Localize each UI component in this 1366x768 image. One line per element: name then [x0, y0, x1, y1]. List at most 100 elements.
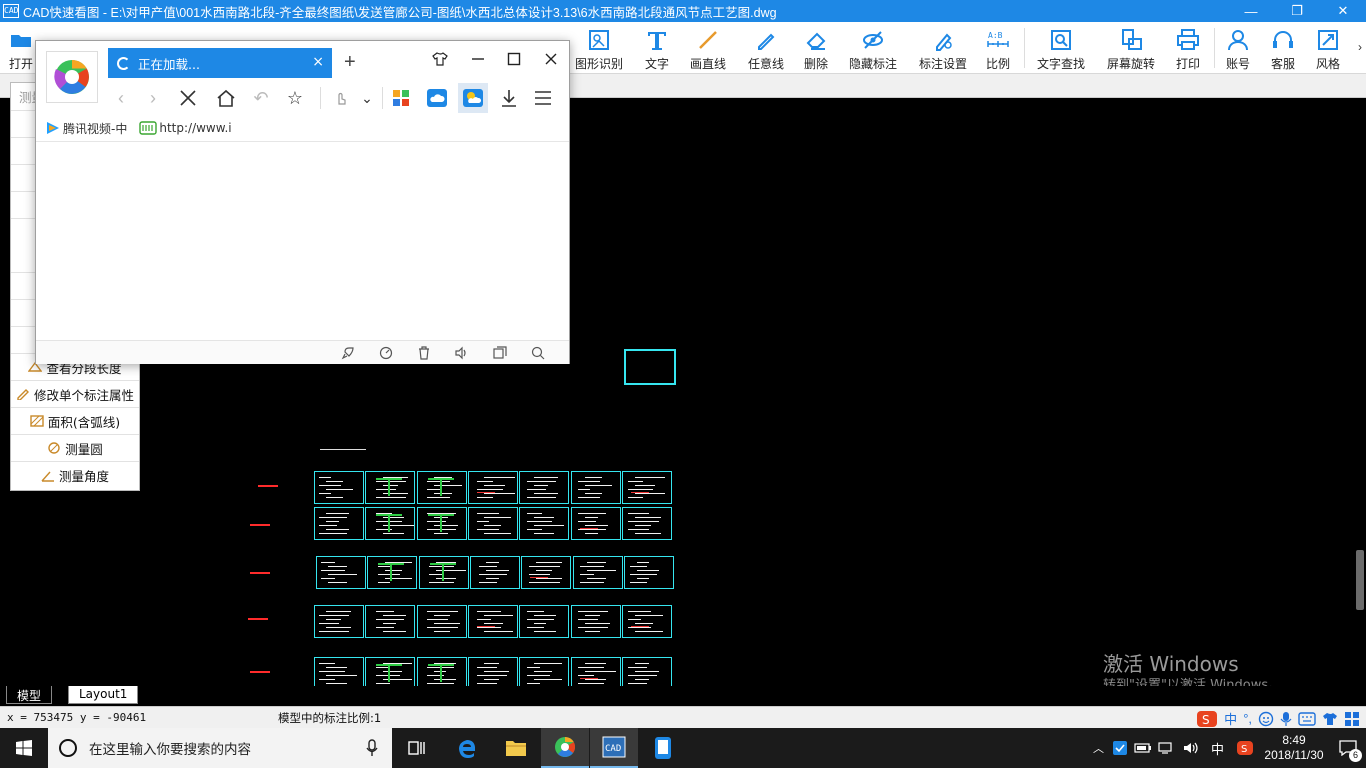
delete-button[interactable]: 删除: [798, 24, 834, 72]
address-prefix-icon[interactable]: [328, 85, 354, 111]
ime-punctuation[interactable]: °,: [1243, 711, 1252, 726]
bookmark-tencent-video[interactable]: 腾讯视频-中: [45, 120, 127, 137]
voice-input-icon[interactable]: [1280, 711, 1292, 727]
microphone-icon[interactable]: [366, 739, 378, 757]
account-button[interactable]: 账号: [1222, 24, 1254, 72]
browser-page-content[interactable]: [36, 143, 569, 340]
browser-tab-close-button[interactable]: ×: [312, 54, 324, 70]
speed-button[interactable]: [378, 345, 394, 361]
annotation-settings-button[interactable]: 标注设置: [914, 24, 972, 72]
maximize-button[interactable]: ❐: [1274, 0, 1320, 22]
apps-button[interactable]: [388, 85, 414, 111]
clear-cache-button[interactable]: [416, 345, 432, 361]
bookmark-tencent-video-label: 腾讯视频-中: [63, 121, 128, 136]
weather-button[interactable]: [458, 83, 488, 113]
undo-close-button[interactable]: ↶: [248, 85, 274, 111]
forward-button[interactable]: ›: [140, 85, 166, 111]
ime-language[interactable]: 中: [1224, 709, 1237, 728]
new-tab-button[interactable]: +: [344, 51, 356, 74]
battery-icon[interactable]: [1134, 741, 1152, 755]
taskbar-search-box[interactable]: 在这里输入你要搜索的内容: [48, 728, 392, 768]
browser-maximize-button[interactable]: [504, 49, 524, 69]
favorite-button[interactable]: ☆: [282, 85, 308, 111]
address-dropdown-button[interactable]: ⌄: [354, 85, 380, 111]
browser-menu-button[interactable]: [530, 85, 556, 111]
browser-logo[interactable]: [46, 51, 98, 103]
area-arc-item[interactable]: 面积(含弧线): [11, 408, 139, 435]
browser-skin-button[interactable]: [430, 49, 450, 69]
canvas-scroll-handle[interactable]: [1356, 550, 1364, 610]
stop-button[interactable]: [175, 85, 201, 111]
tab-model[interactable]: 模型: [6, 686, 53, 704]
browser-close-button[interactable]: [541, 49, 561, 69]
print-button[interactable]: 打印: [1172, 24, 1204, 72]
ime-grid-icon[interactable]: [1344, 711, 1360, 727]
nav-divider: [320, 87, 321, 109]
screen-rotate-button[interactable]: 屏幕旋转: [1104, 24, 1158, 72]
windows-taskbar: 在这里输入你要搜索的内容 CAD ︿ 中 S 8:49 2018/11/30 6: [0, 728, 1366, 768]
accelerate-button[interactable]: [340, 345, 356, 361]
freehand-button[interactable]: 任意线: [742, 24, 790, 72]
download-button[interactable]: [496, 85, 522, 111]
tab-layout1[interactable]: Layout1: [68, 686, 139, 704]
measure-angle-item[interactable]: 测量角度: [11, 462, 139, 489]
browser-taskbar-button[interactable]: [541, 728, 589, 768]
volume-icon[interactable]: [1182, 741, 1200, 755]
style-button[interactable]: 风格: [1312, 24, 1344, 72]
home-button[interactable]: [213, 85, 239, 111]
annotation-settings-label: 标注设置: [918, 57, 967, 71]
text-search-button[interactable]: 文字查找: [1034, 24, 1088, 72]
mute-button[interactable]: [454, 345, 470, 361]
sogou-ime-icon[interactable]: S: [1196, 710, 1218, 728]
drawing-sheet: [570, 657, 621, 686]
tray-input-language[interactable]: 中: [1203, 739, 1232, 758]
close-button[interactable]: ✕: [1320, 0, 1366, 22]
window-mode-button[interactable]: [492, 345, 508, 361]
zoom-button[interactable]: [530, 345, 546, 361]
emoji-icon[interactable]: [1258, 711, 1274, 727]
line-button[interactable]: 画直线: [684, 24, 732, 72]
style-label: 风格: [1315, 57, 1340, 71]
toolbar-more-arrow[interactable]: ›: [1358, 40, 1362, 54]
window-controls: — ❐ ✕: [1228, 0, 1366, 22]
browser-minimize-button[interactable]: [468, 49, 488, 69]
tray-show-hidden-icon[interactable]: ︿: [1088, 740, 1109, 756]
measure-circle-item[interactable]: 测量圆: [11, 435, 139, 462]
back-button[interactable]: ‹: [108, 85, 134, 111]
skin-shirt-icon[interactable]: [1322, 711, 1338, 727]
notification-badge: 6: [1349, 749, 1362, 762]
clock[interactable]: 8:49 2018/11/30: [1258, 733, 1330, 763]
phone-app-button[interactable]: [639, 728, 687, 768]
screen-rotate-label: 屏幕旋转: [1106, 57, 1155, 71]
tray-app-icon[interactable]: [1112, 740, 1128, 756]
row-label-mark: [258, 485, 278, 487]
keyboard-icon[interactable]: [1298, 711, 1316, 726]
layout-tabs: 模型 Layout1: [0, 686, 1366, 706]
activate-windows-watermark: 激活 Windows: [1103, 652, 1239, 676]
cloud-sync-button[interactable]: [424, 85, 450, 111]
open-button[interactable]: 打开: [6, 24, 36, 72]
scale-button[interactable]: A:B 比例: [980, 24, 1016, 72]
annotation-scale-text: 模型中的标注比例:1: [278, 711, 382, 725]
hide-annotation-button[interactable]: 隐藏标注: [844, 24, 902, 72]
cortana-icon: [59, 739, 77, 757]
edit-annotation-item[interactable]: 修改单个标注属性: [11, 381, 139, 408]
drawing-title-line: [320, 449, 366, 450]
bookmark-iqiyi[interactable]: http://www.i: [139, 121, 232, 135]
network-icon[interactable]: [1158, 741, 1176, 755]
start-button[interactable]: [0, 728, 48, 768]
action-center-button[interactable]: 6: [1330, 728, 1366, 768]
magnifier-icon: [531, 346, 545, 360]
browser-tab-active[interactable]: 正在加载... ×: [108, 48, 332, 78]
drawing-sheet: [519, 605, 570, 638]
task-view-button[interactable]: [393, 728, 441, 768]
area-arc-label: 面积(含弧线): [47, 414, 121, 430]
shape-recognize-button[interactable]: 图形识别: [570, 24, 628, 72]
minimize-button[interactable]: —: [1228, 0, 1274, 22]
cad-taskbar-button[interactable]: CAD: [590, 728, 638, 768]
sogou-tray-icon[interactable]: S: [1236, 740, 1254, 756]
file-explorer-button[interactable]: [492, 728, 540, 768]
support-button[interactable]: 客服: [1266, 24, 1300, 72]
text-button[interactable]: 文字: [638, 24, 676, 72]
edge-browser-button[interactable]: [443, 728, 491, 768]
